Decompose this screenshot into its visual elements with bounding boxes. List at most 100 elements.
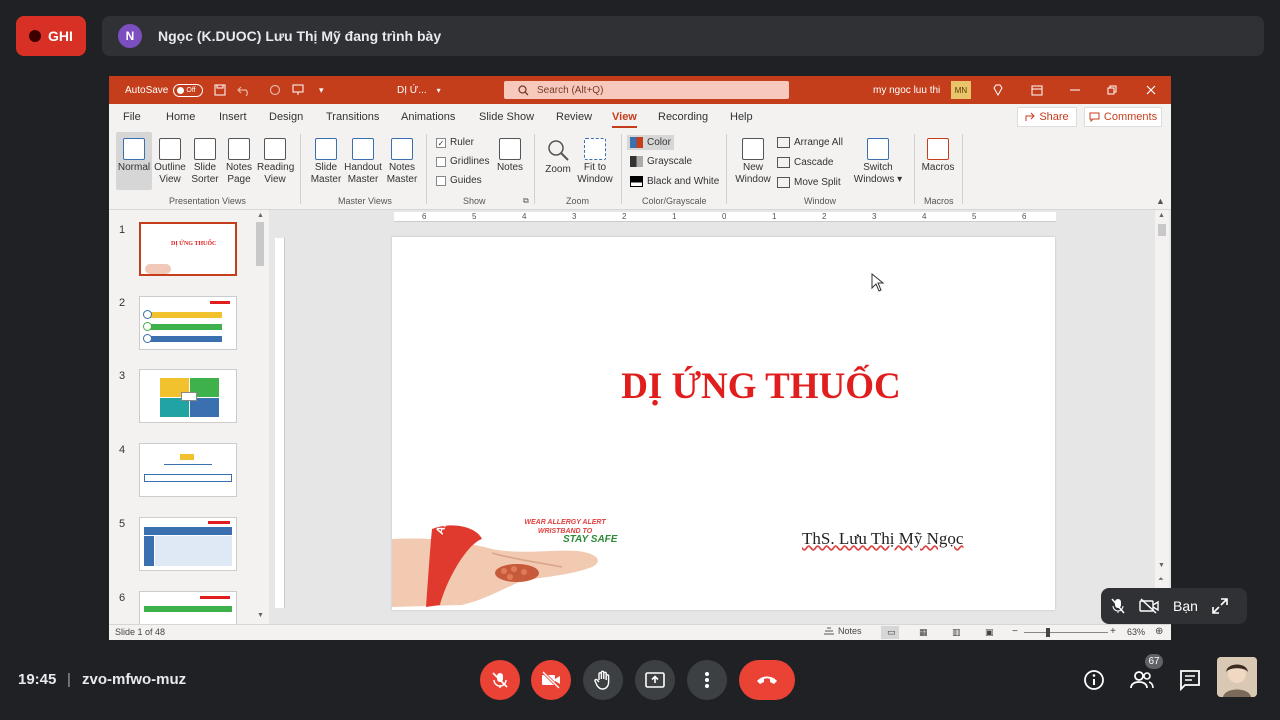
move-split-button[interactable]: Move Split	[777, 177, 841, 188]
tab-insert[interactable]: Insert	[219, 111, 247, 123]
tab-design[interactable]: Design	[269, 111, 303, 123]
tab-home[interactable]: Home	[166, 111, 195, 123]
fit-slide-icon[interactable]: ⊕	[1155, 626, 1163, 637]
slide-thumbnail-1[interactable]: DỊ ỨNG THUỐC	[139, 222, 237, 276]
reading-view-status-icon[interactable]: ▥	[952, 627, 961, 638]
tab-review[interactable]: Review	[556, 111, 592, 123]
notes-page-button[interactable]: Notes Page	[223, 138, 255, 186]
slide-master-button[interactable]: Slide Master	[309, 138, 343, 186]
show-dialog-launcher-icon[interactable]: ⧉	[523, 196, 529, 206]
slide-sorter-status-icon[interactable]: ▦	[919, 627, 928, 638]
fit-to-window-button[interactable]: Fit to Window	[575, 138, 615, 186]
collapse-ribbon-icon[interactable]: ▲	[1156, 196, 1165, 206]
zoom-button[interactable]: Zoom	[541, 138, 575, 176]
macros-button[interactable]: Macros	[920, 138, 956, 174]
scroll-up-icon[interactable]: ▲	[257, 212, 264, 219]
more-options-button[interactable]	[687, 660, 727, 700]
minimize-icon[interactable]	[1070, 76, 1080, 104]
slide-sorter-button[interactable]: Slide Sorter	[189, 138, 221, 186]
color-button[interactable]: Color	[627, 135, 674, 150]
zoom-out-icon[interactable]: −	[1012, 626, 1018, 637]
chat-button[interactable]	[1176, 666, 1204, 694]
handout-master-button[interactable]: Handout Master	[344, 138, 382, 186]
previous-slide-icon[interactable]: ⏶	[1158, 576, 1164, 584]
slide-author[interactable]: ThS. Lưu Thị Mỹ Ngọc	[802, 529, 963, 549]
color-icon	[630, 137, 643, 148]
undo-icon[interactable]	[237, 76, 251, 104]
notes-master-button[interactable]: Notes Master	[385, 138, 419, 186]
zoom-slider-thumb[interactable]	[1046, 628, 1050, 637]
arrange-all-button[interactable]: Arrange All	[777, 137, 843, 148]
camera-toggle-button[interactable]	[531, 660, 571, 700]
tab-view[interactable]: View	[612, 111, 637, 128]
restore-icon[interactable]	[1107, 76, 1117, 104]
slide-thumbnail-4[interactable]	[139, 443, 237, 497]
notes-icon	[499, 138, 521, 160]
tab-animations[interactable]: Animations	[401, 111, 455, 123]
gridlines-checkbox[interactable]: Gridlines	[436, 156, 489, 167]
tab-slide-show[interactable]: Slide Show	[479, 111, 534, 123]
share-button[interactable]: Share	[1017, 107, 1077, 127]
thumbnail-scrollbar[interactable]	[254, 210, 266, 624]
meeting-details-button[interactable]	[1080, 666, 1108, 694]
slide-1[interactable]: DỊ ỨNG THUỐC ThS. Lưu Thị Mỹ Ngọc ALLERG…	[392, 237, 1055, 610]
zoom-level[interactable]: 63%	[1127, 627, 1145, 637]
autosave-toggle[interactable]: Off	[173, 83, 204, 97]
slide-thumbnail-5[interactable]	[139, 517, 237, 571]
recording-badge[interactable]: GHI	[16, 16, 86, 56]
slideshow-status-icon[interactable]: ▣	[985, 627, 994, 638]
notes-status-button[interactable]: Notes	[823, 626, 862, 636]
search-input[interactable]: Search (Alt+Q)	[504, 81, 789, 99]
comments-button[interactable]: Comments	[1084, 107, 1162, 127]
redo-icon[interactable]	[269, 76, 281, 104]
camera-off-icon[interactable]	[1139, 598, 1159, 614]
tab-transitions[interactable]: Transitions	[326, 111, 379, 123]
ruler-checkbox[interactable]: ✓ Ruler	[436, 137, 474, 148]
ppt-title-bar: AutoSave Off ▾ DỊ Ứ... ▾ Search (Alt+Q) m…	[109, 76, 1171, 104]
close-icon[interactable]	[1146, 76, 1156, 104]
present-now-button[interactable]	[635, 660, 675, 700]
mic-off-icon[interactable]	[1111, 598, 1125, 614]
new-window-button[interactable]: New Window	[733, 138, 773, 186]
outline-view-button[interactable]: Outline View	[153, 138, 187, 186]
guides-checkbox[interactable]: Guides	[436, 175, 482, 186]
new-window-icon	[742, 138, 764, 160]
present-icon[interactable]	[292, 76, 304, 104]
self-avatar[interactable]	[1217, 657, 1257, 697]
raise-hand-button[interactable]	[583, 660, 623, 700]
tab-file[interactable]: File	[123, 111, 141, 123]
thumbnail-scrollbar-thumb[interactable]	[256, 222, 264, 266]
slide-title[interactable]: DỊ ỨNG THUỐC	[392, 365, 1055, 408]
slide-thumbnail-2[interactable]	[139, 296, 237, 350]
expand-icon[interactable]	[1212, 598, 1228, 614]
slide-scrollbar-thumb[interactable]	[1158, 224, 1166, 236]
black-and-white-button[interactable]: Black and White	[630, 176, 719, 187]
slide-scroll-up-icon[interactable]: ▲	[1158, 212, 1165, 219]
tab-recording[interactable]: Recording	[658, 111, 708, 123]
switch-windows-icon	[867, 138, 889, 160]
tab-help[interactable]: Help	[730, 111, 753, 123]
zoom-in-icon[interactable]: +	[1110, 626, 1116, 637]
file-name[interactable]: DỊ Ứ... ▾	[397, 76, 441, 104]
notes-toggle-button[interactable]: Notes	[493, 138, 527, 174]
diamond-icon[interactable]	[992, 76, 1004, 104]
reading-view-button[interactable]: Reading View	[257, 138, 294, 186]
normal-view-button[interactable]: Normal	[116, 132, 152, 190]
slide-thumbnail-3[interactable]	[139, 369, 237, 423]
ribbon-display-icon[interactable]	[1031, 76, 1043, 104]
group-master-views: Master Views	[338, 196, 392, 206]
user-account[interactable]: MN	[951, 76, 971, 104]
grayscale-button[interactable]: Grayscale	[630, 156, 692, 167]
zoom-slider[interactable]	[1024, 632, 1108, 633]
leave-call-button[interactable]	[739, 660, 795, 700]
switch-windows-button[interactable]: Switch Windows ▾	[850, 138, 906, 186]
microphone-toggle-button[interactable]	[480, 660, 520, 700]
scroll-down-icon[interactable]: ▼	[257, 612, 264, 619]
autosave[interactable]: AutoSave Off	[125, 76, 204, 104]
slide-thumbnail-6[interactable]	[139, 591, 237, 624]
cascade-button[interactable]: Cascade	[777, 157, 833, 168]
save-icon[interactable]	[214, 76, 226, 104]
slide-scroll-down-icon[interactable]: ▼	[1158, 562, 1165, 569]
customize-toolbar-icon[interactable]: ▾	[319, 76, 324, 104]
people-button[interactable]	[1128, 666, 1156, 694]
